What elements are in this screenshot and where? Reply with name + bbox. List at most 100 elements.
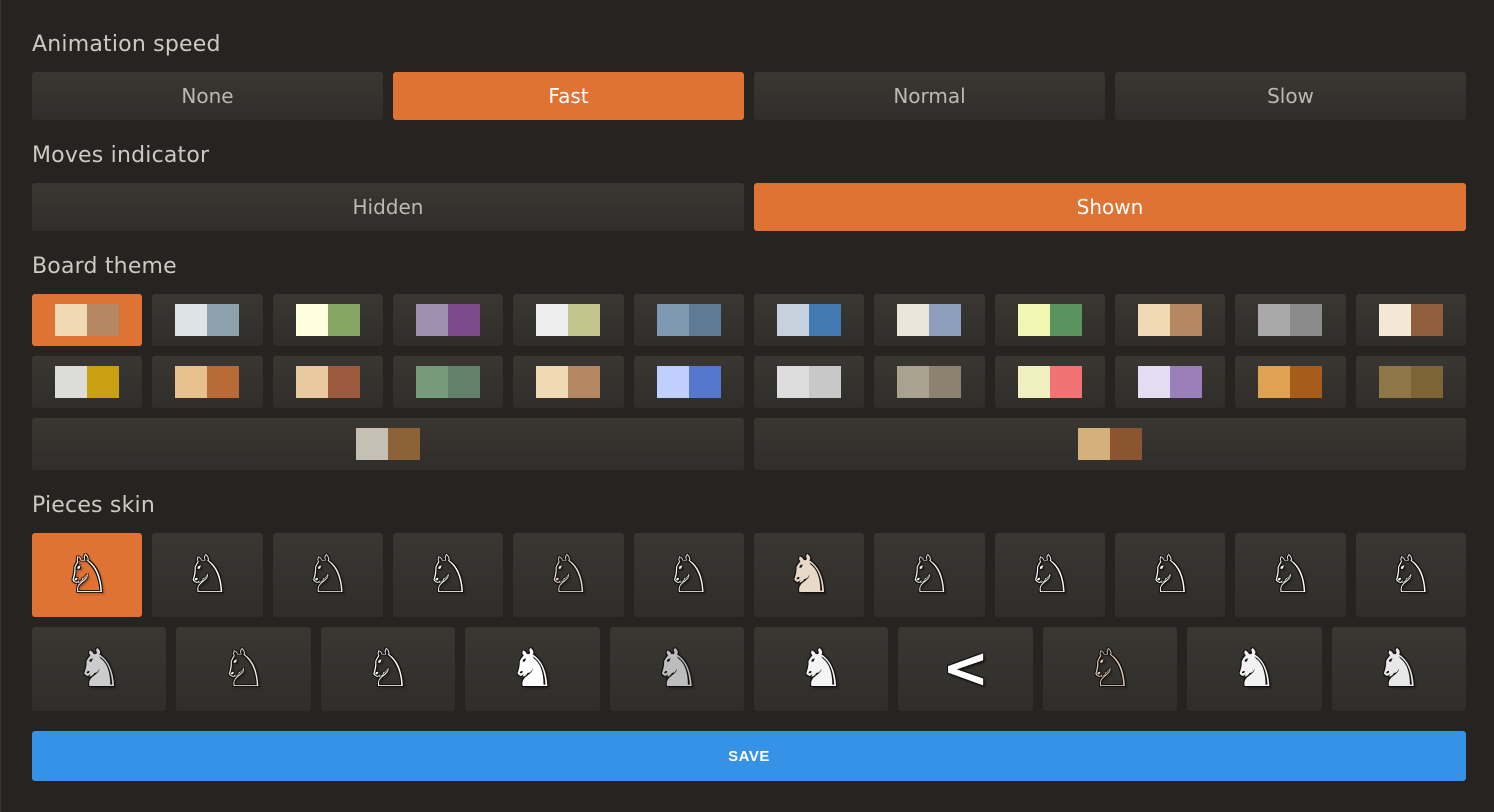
board-theme-option[interactable] — [1235, 294, 1346, 346]
knight-piece-icon: < — [942, 636, 990, 701]
pieces-skin-option[interactable]: < — [898, 627, 1033, 711]
pieces-skin-option[interactable]: ♘ — [320, 627, 456, 711]
board-theme-option[interactable] — [513, 294, 624, 346]
knight-piece-icon: ♘ — [1086, 639, 1134, 699]
board-theme-swatch — [416, 304, 481, 336]
board-theme-option[interactable] — [32, 418, 744, 470]
board-theme-option[interactable] — [1355, 294, 1466, 346]
pieces-skin-option[interactable]: ♘ — [513, 533, 624, 617]
save-button[interactable]: SAVE — [32, 731, 1466, 781]
pieces-skin-option[interactable]: ♞ — [754, 627, 889, 711]
knight-piece-icon: ♘ — [364, 639, 412, 699]
swatch-dark-square — [1170, 304, 1203, 336]
pieces-skin-option[interactable]: ♘ — [392, 533, 504, 617]
board-theme-option[interactable] — [754, 418, 1466, 470]
swatch-dark-square — [87, 366, 120, 398]
pieces-skin-option[interactable]: ♞ — [1187, 627, 1322, 711]
board-theme-swatch — [656, 304, 721, 336]
moves-indicator-hidden-button[interactable]: Hidden — [32, 183, 744, 231]
knight-piece-icon: ♘ — [665, 545, 713, 605]
moves-indicator-shown-button[interactable]: Shown — [754, 183, 1466, 231]
pieces-skin-option[interactable]: ♞ — [465, 627, 600, 711]
pieces-skin-row: ♞ ♘ ♘ ♞ ♞ ♞ < ♘ ♞ ♞ — [32, 627, 1467, 711]
animation-speed-options: None Fast Normal Slow — [32, 72, 1466, 120]
swatch-light-square — [55, 304, 88, 336]
pieces-skin-option[interactable]: ♘ — [994, 533, 1105, 617]
swatch-light-square — [656, 304, 689, 336]
pieces-skin-option[interactable]: ♘ — [32, 533, 143, 617]
board-theme-title: Board theme — [32, 254, 177, 279]
board-theme-option[interactable] — [994, 294, 1105, 346]
swatch-light-square — [175, 304, 208, 336]
pieces-skin-option[interactable]: ♘ — [272, 533, 383, 617]
swatch-light-square — [897, 304, 930, 336]
pieces-skin-option[interactable]: ♘ — [152, 533, 263, 617]
board-theme-option[interactable] — [874, 356, 985, 408]
animation-speed-title: Animation speed — [32, 32, 221, 57]
board-theme-option[interactable] — [1114, 294, 1226, 346]
knight-piece-icon: ♞ — [797, 639, 845, 699]
board-theme-option[interactable] — [152, 294, 263, 346]
board-theme-option[interactable] — [753, 356, 865, 408]
knight-piece-icon: ♘ — [1267, 545, 1314, 605]
board-theme-option[interactable] — [1355, 356, 1466, 408]
pieces-skin-option[interactable]: ♞ — [32, 627, 167, 711]
board-theme-swatch — [1017, 304, 1082, 336]
board-theme-option[interactable] — [272, 356, 383, 408]
board-theme-option[interactable] — [633, 356, 744, 408]
board-theme-swatch — [55, 304, 120, 336]
board-theme-option[interactable] — [32, 356, 143, 408]
animation-speed-none-button[interactable]: None — [32, 72, 383, 120]
swatch-light-square — [1258, 304, 1291, 336]
board-theme-swatch — [777, 366, 842, 398]
pieces-skin-option[interactable]: ♘ — [1235, 533, 1346, 617]
pieces-skin-option[interactable]: ♘ — [633, 533, 744, 617]
board-theme-swatch — [1258, 304, 1323, 336]
swatch-light-square — [1017, 366, 1050, 398]
swatch-dark-square — [1410, 304, 1443, 336]
pieces-skin-option[interactable]: ♘ — [874, 533, 985, 617]
swatch-dark-square — [929, 366, 962, 398]
swatch-light-square — [1378, 304, 1411, 336]
pieces-skin-option[interactable]: ♞ — [609, 627, 745, 711]
swatch-light-square — [1378, 366, 1411, 398]
swatch-dark-square — [207, 366, 240, 398]
board-theme-option[interactable] — [32, 294, 143, 346]
board-theme-option[interactable] — [272, 294, 383, 346]
swatch-dark-square — [1410, 366, 1443, 398]
pieces-skin-option[interactable]: ♞ — [1331, 627, 1467, 711]
swatch-dark-square — [929, 304, 962, 336]
swatch-dark-square — [327, 366, 360, 398]
board-theme-option[interactable] — [1235, 356, 1346, 408]
board-theme-option[interactable] — [874, 294, 985, 346]
board-theme-option[interactable] — [633, 294, 744, 346]
knight-piece-icon: ♘ — [1146, 545, 1194, 605]
pieces-skin-option[interactable]: ♘ — [176, 627, 311, 711]
animation-speed-fast-button[interactable]: Fast — [393, 72, 744, 120]
board-theme-option[interactable] — [753, 294, 865, 346]
board-theme-option[interactable] — [513, 356, 624, 408]
board-theme-swatch — [1378, 366, 1443, 398]
board-theme-option[interactable] — [994, 356, 1105, 408]
board-theme-swatch — [536, 366, 601, 398]
animation-speed-normal-button[interactable]: Normal — [754, 72, 1105, 120]
board-theme-option[interactable] — [152, 356, 263, 408]
swatch-light-square — [1258, 366, 1291, 398]
knight-piece-icon: ♘ — [1026, 545, 1074, 605]
swatch-light-square — [295, 366, 328, 398]
knight-piece-icon: ♞ — [653, 639, 701, 699]
swatch-dark-square — [207, 304, 240, 336]
board-theme-swatch — [656, 366, 721, 398]
board-theme-swatch — [897, 366, 962, 398]
board-theme-option[interactable] — [1114, 356, 1226, 408]
board-theme-option[interactable] — [392, 294, 504, 346]
pieces-skin-option[interactable]: ♞ — [753, 533, 865, 617]
swatch-dark-square — [1049, 366, 1082, 398]
animation-speed-slow-button[interactable]: Slow — [1115, 72, 1466, 120]
pieces-skin-option[interactable]: ♘ — [1042, 627, 1178, 711]
pieces-skin-option[interactable]: ♘ — [1114, 533, 1226, 617]
pieces-skin-option[interactable]: ♘ — [1355, 533, 1466, 617]
board-theme-option[interactable] — [392, 356, 504, 408]
swatch-light-square — [55, 366, 88, 398]
knight-piece-icon: ♘ — [304, 545, 352, 605]
